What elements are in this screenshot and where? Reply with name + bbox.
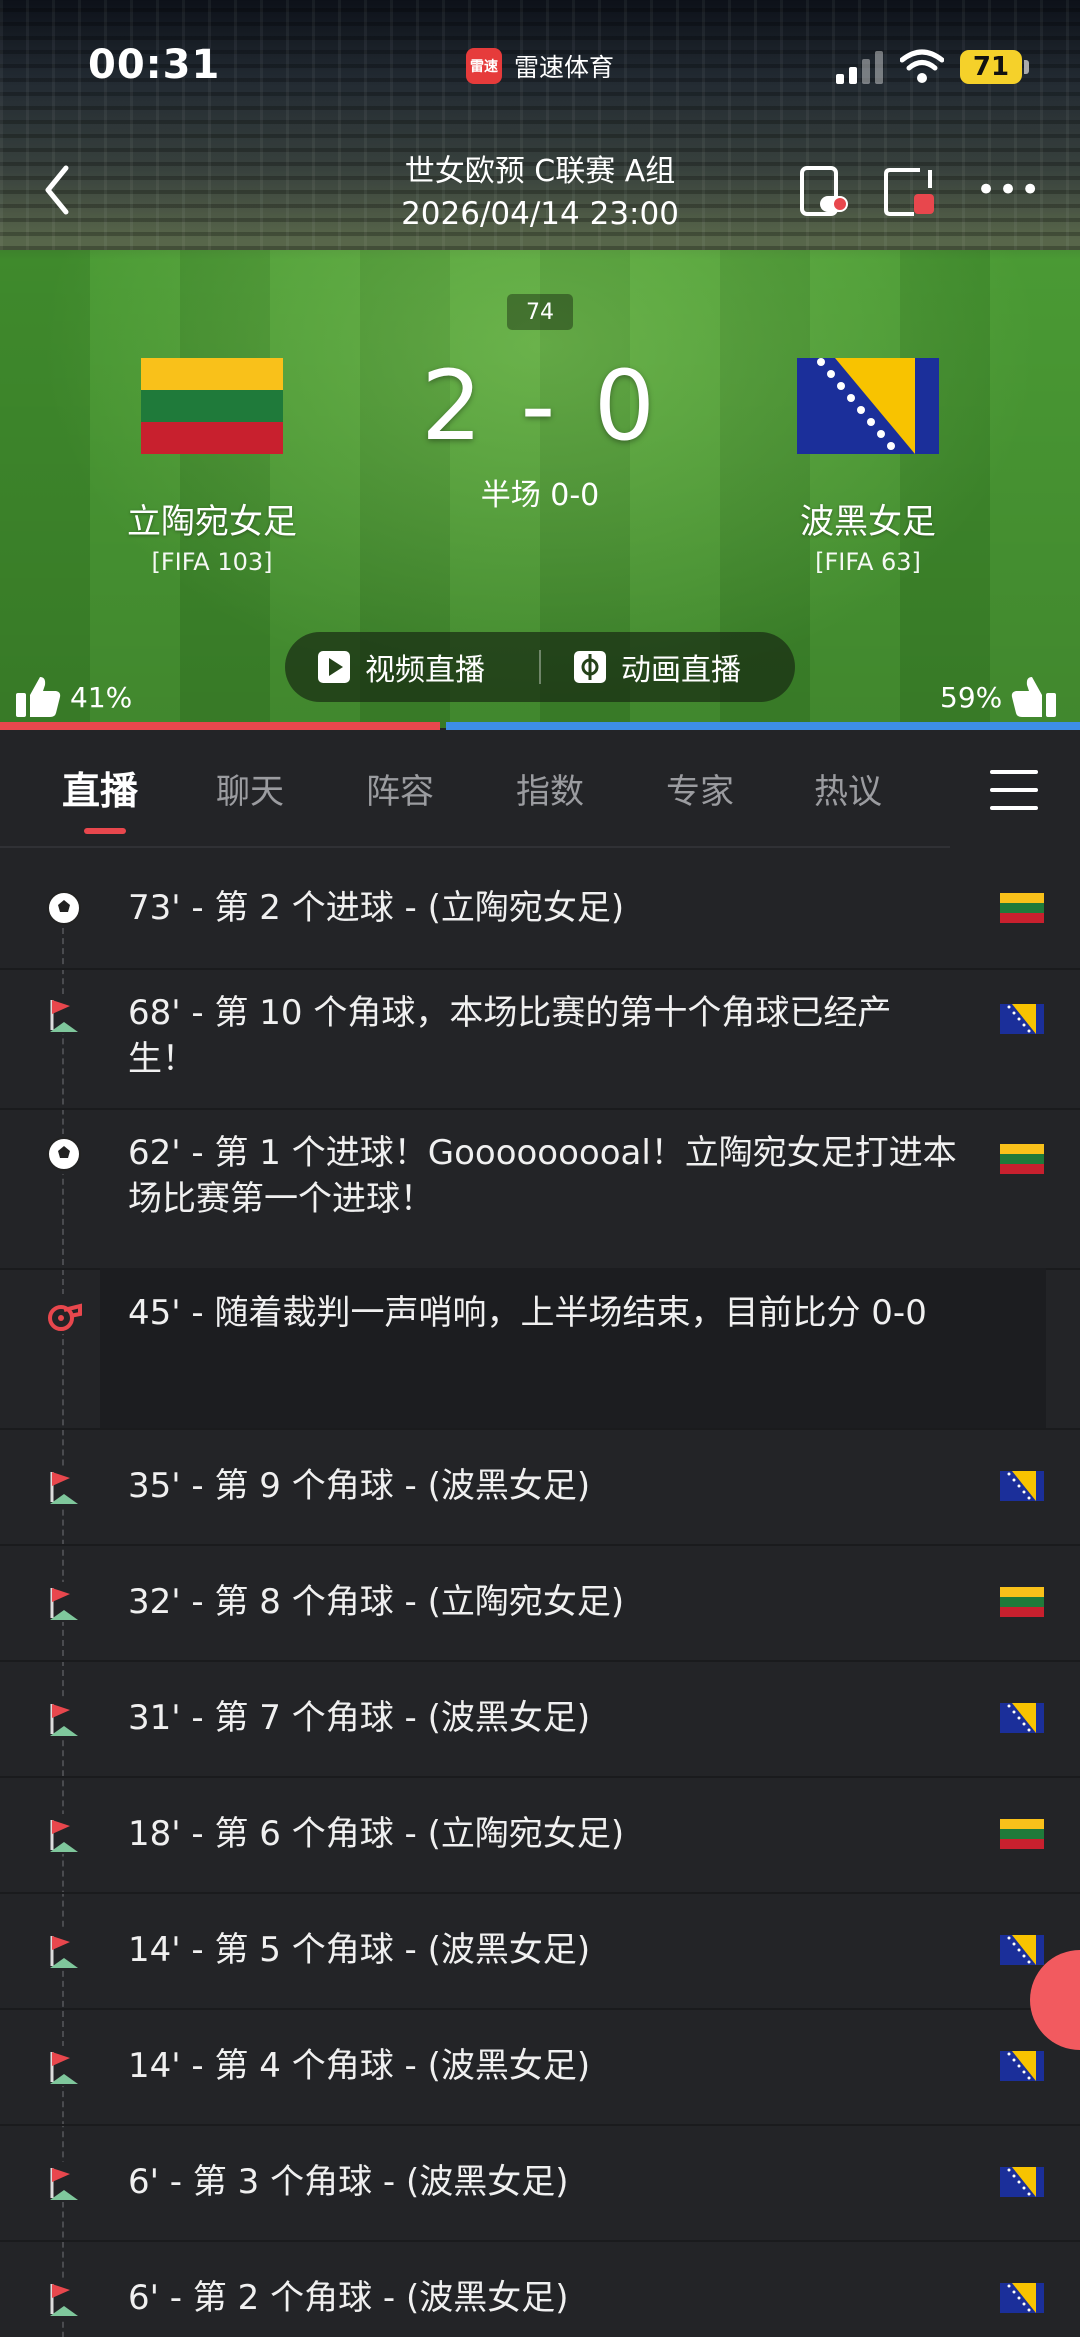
goal-icon bbox=[44, 1134, 84, 1174]
app-logo-icon: 雷速 bbox=[466, 48, 502, 84]
play-icon bbox=[318, 651, 350, 683]
whistle-icon bbox=[44, 1294, 84, 1334]
event-text: 73' - 第 2 个进球 - (立陶宛女足) bbox=[128, 888, 625, 928]
tab-chat[interactable]: 聊天 bbox=[216, 764, 284, 813]
event-text: 45' - 随着裁判一声哨响，上半场结束，目前比分 0-0 bbox=[128, 1293, 927, 1333]
status-bar: 00:31 雷速 雷速体育 71 bbox=[0, 0, 1080, 130]
away-team-name[interactable]: 波黑女足 bbox=[718, 494, 1018, 543]
event-row: 62' - 第 1 个进球！Gooooooooal！立陶宛女足打进本场比赛第一个… bbox=[0, 1108, 1080, 1270]
event-row: 68' - 第 10 个角球，本场比赛的第十个角球已经产生！ bbox=[0, 968, 1080, 1110]
thumbs-up-icon bbox=[16, 677, 61, 717]
bosnia-flag-icon bbox=[1000, 2167, 1044, 2197]
away-vote-percent: 59% bbox=[940, 680, 1003, 714]
pitch-animation-icon bbox=[574, 651, 606, 683]
pip-icon[interactable] bbox=[884, 166, 936, 218]
bosnia-flag-icon bbox=[1000, 1935, 1044, 1965]
thumbs-up-icon bbox=[1012, 677, 1057, 717]
lithuania-flag-icon bbox=[1000, 1819, 1044, 1849]
event-row: 32' - 第 8 个角球 - (立陶宛女足) bbox=[0, 1544, 1080, 1662]
more-icon[interactable]: ••• bbox=[976, 173, 1040, 207]
event-text: 68' - 第 10 个角球，本场比赛的第十个角球已经产生！ bbox=[128, 993, 892, 1079]
event-text: 14' - 第 5 个角球 - (波黑女足) bbox=[128, 1930, 591, 1970]
home-vote[interactable]: 41% bbox=[14, 675, 132, 719]
lithuania-flag-icon bbox=[1000, 1587, 1044, 1617]
event-row: 14' - 第 5 个角球 - (波黑女足) bbox=[0, 1892, 1080, 2010]
event-row: 14' - 第 4 个角球 - (波黑女足) bbox=[0, 2008, 1080, 2126]
event-list: 73' - 第 2 个进球 - (立陶宛女足) 68' - 第 10 个角球，本场… bbox=[0, 848, 1080, 2337]
corner-flag-icon bbox=[44, 1698, 84, 1738]
tab-discussion[interactable]: 热议 bbox=[814, 764, 882, 813]
animation-live-button[interactable]: 动画直播 bbox=[573, 632, 741, 702]
corner-flag-icon bbox=[44, 2162, 84, 2202]
corner-flag-icon bbox=[44, 1582, 84, 1622]
tab-live[interactable]: 直播 bbox=[62, 760, 138, 815]
tab-lineup[interactable]: 阵容 bbox=[366, 764, 434, 813]
menu-icon[interactable] bbox=[990, 770, 1038, 810]
away-vote[interactable]: 59% bbox=[940, 675, 1058, 719]
screen-record-icon[interactable] bbox=[798, 166, 850, 218]
corner-flag-icon bbox=[44, 2046, 84, 2086]
event-text: 62' - 第 1 个进球！Gooooooooal！立陶宛女足打进本场比赛第一个… bbox=[128, 1133, 957, 1219]
lithuania-flag-icon bbox=[1000, 1144, 1044, 1174]
wifi-icon bbox=[900, 49, 944, 83]
battery-cap bbox=[1024, 60, 1029, 74]
away-team-rank: [FIFA 63] bbox=[815, 548, 921, 576]
animation-live-label: 动画直播 bbox=[621, 653, 741, 688]
video-live-button[interactable]: 视频直播 bbox=[317, 632, 485, 702]
event-row: 73' - 第 2 个进球 - (立陶宛女足) bbox=[0, 848, 1080, 970]
event-text: 32' - 第 8 个角球 - (立陶宛女足) bbox=[128, 1582, 625, 1622]
tab-odds[interactable]: 指数 bbox=[516, 764, 584, 813]
corner-flag-icon bbox=[44, 1466, 84, 1506]
event-row: 31' - 第 7 个角球 - (波黑女足) bbox=[0, 1660, 1080, 1778]
event-row: 6' - 第 3 个角球 - (波黑女足) bbox=[0, 2124, 1080, 2242]
battery-icon: 71 bbox=[960, 50, 1022, 84]
away-vote-bar bbox=[446, 722, 1080, 730]
scoreboard: 74 2 - 0 半场 0-0 立陶宛女足 [FIFA 103] 波黑女足 [F… bbox=[0, 250, 1080, 730]
event-text: 6' - 第 3 个角球 - (波黑女足) bbox=[128, 2162, 569, 2202]
corner-flag-icon bbox=[44, 1814, 84, 1854]
bosnia-flag-icon bbox=[1000, 1471, 1044, 1501]
live-switch-divider bbox=[539, 650, 541, 684]
active-tab-indicator bbox=[84, 828, 126, 834]
corner-flag-icon bbox=[44, 1930, 84, 1970]
goal-icon bbox=[44, 888, 84, 928]
bosnia-flag-icon bbox=[1000, 1703, 1044, 1733]
tab-bar: 直播 聊天 阵容 指数 专家 热议 bbox=[0, 738, 1080, 850]
event-text: 31' - 第 7 个角球 - (波黑女足) bbox=[128, 1698, 591, 1738]
corner-flag-icon bbox=[44, 2278, 84, 2318]
video-live-label: 视频直播 bbox=[365, 653, 485, 688]
home-team-name[interactable]: 立陶宛女足 bbox=[62, 494, 362, 543]
event-text: 18' - 第 6 个角球 - (立陶宛女足) bbox=[128, 1814, 625, 1854]
live-mode-switch: 视频直播 动画直播 bbox=[285, 632, 795, 702]
match-score: 2 - 0 bbox=[421, 350, 659, 462]
top-nav: 世女欧预 C联赛 A组 2026/04/14 23:00 ••• bbox=[0, 130, 1080, 250]
event-row: 45' - 随着裁判一声哨响，上半场结束，目前比分 0-0 bbox=[0, 1268, 1080, 1430]
event-text: 6' - 第 2 个角球 - (波黑女足) bbox=[128, 2278, 569, 2318]
event-text: 35' - 第 9 个角球 - (波黑女足) bbox=[128, 1466, 591, 1506]
event-row: 35' - 第 9 个角球 - (波黑女足) bbox=[0, 1428, 1080, 1546]
app-name: 雷速体育 bbox=[514, 53, 615, 82]
event-text: 14' - 第 4 个角球 - (波黑女足) bbox=[128, 2046, 591, 2086]
lithuania-flag-icon bbox=[1000, 893, 1044, 923]
bosnia-flag-icon bbox=[1000, 2283, 1044, 2313]
home-vote-percent: 41% bbox=[70, 680, 133, 714]
bosnia-flag-icon bbox=[1000, 1004, 1044, 1034]
event-row: 18' - 第 6 个角球 - (立陶宛女足) bbox=[0, 1776, 1080, 1894]
event-row: 6' - 第 2 个角球 - (波黑女足) bbox=[0, 2240, 1080, 2337]
cellular-signal-icon bbox=[836, 50, 886, 84]
home-vote-bar bbox=[0, 722, 440, 730]
tab-experts[interactable]: 专家 bbox=[666, 764, 734, 813]
corner-flag-icon bbox=[44, 994, 84, 1034]
home-team-rank: [FIFA 103] bbox=[151, 548, 273, 576]
clock: 00:31 bbox=[88, 42, 221, 88]
bosnia-flag-icon bbox=[1000, 2051, 1044, 2081]
match-minute: 74 bbox=[507, 294, 573, 330]
